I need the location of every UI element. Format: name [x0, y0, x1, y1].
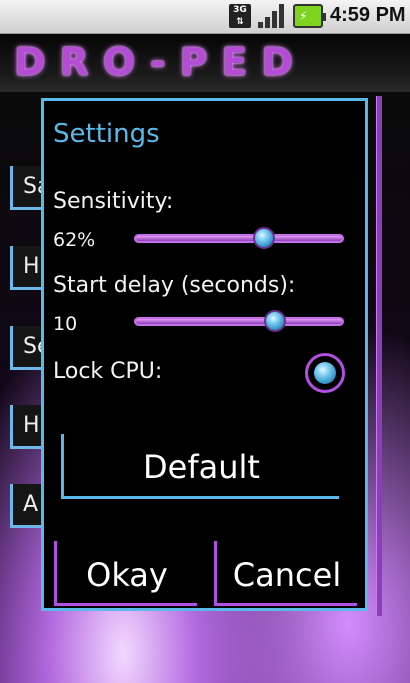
signal-icon — [258, 4, 286, 28]
lock-cpu-checked-indicator — [314, 362, 336, 384]
app-title: DRO-PED — [14, 40, 307, 84]
network-label: 3G — [233, 5, 247, 15]
dialog-title: Settings — [53, 119, 160, 149]
start-delay-label: Start delay (seconds): — [53, 273, 296, 298]
lock-cpu-label: Lock CPU: — [53, 359, 163, 384]
sensitivity-slider-thumb[interactable] — [253, 227, 276, 249]
start-delay-value: 10 — [53, 313, 78, 335]
lock-cpu-toggle[interactable] — [305, 353, 345, 393]
default-button[interactable]: Default — [61, 434, 339, 499]
status-bar: 3G ⇅ ⚡ 4:59 PM — [0, 0, 410, 34]
sensitivity-label: Sensitivity: — [53, 189, 174, 214]
network-3g-icon: 3G ⇅ — [229, 4, 251, 28]
battery-charging-icon: ⚡ — [293, 4, 326, 28]
start-delay-slider-thumb[interactable] — [263, 310, 286, 332]
cancel-button[interactable]: Cancel — [214, 541, 357, 606]
status-time: 4:59 PM — [330, 4, 406, 26]
start-delay-slider[interactable] — [134, 317, 344, 326]
sensitivity-value: 62% — [53, 229, 96, 251]
background-panel-edge — [376, 96, 382, 616]
settings-dialog: Settings Sensitivity: 62% Start delay (s… — [41, 98, 368, 611]
sensitivity-slider[interactable] — [134, 234, 344, 243]
okay-button[interactable]: Okay — [54, 541, 197, 606]
